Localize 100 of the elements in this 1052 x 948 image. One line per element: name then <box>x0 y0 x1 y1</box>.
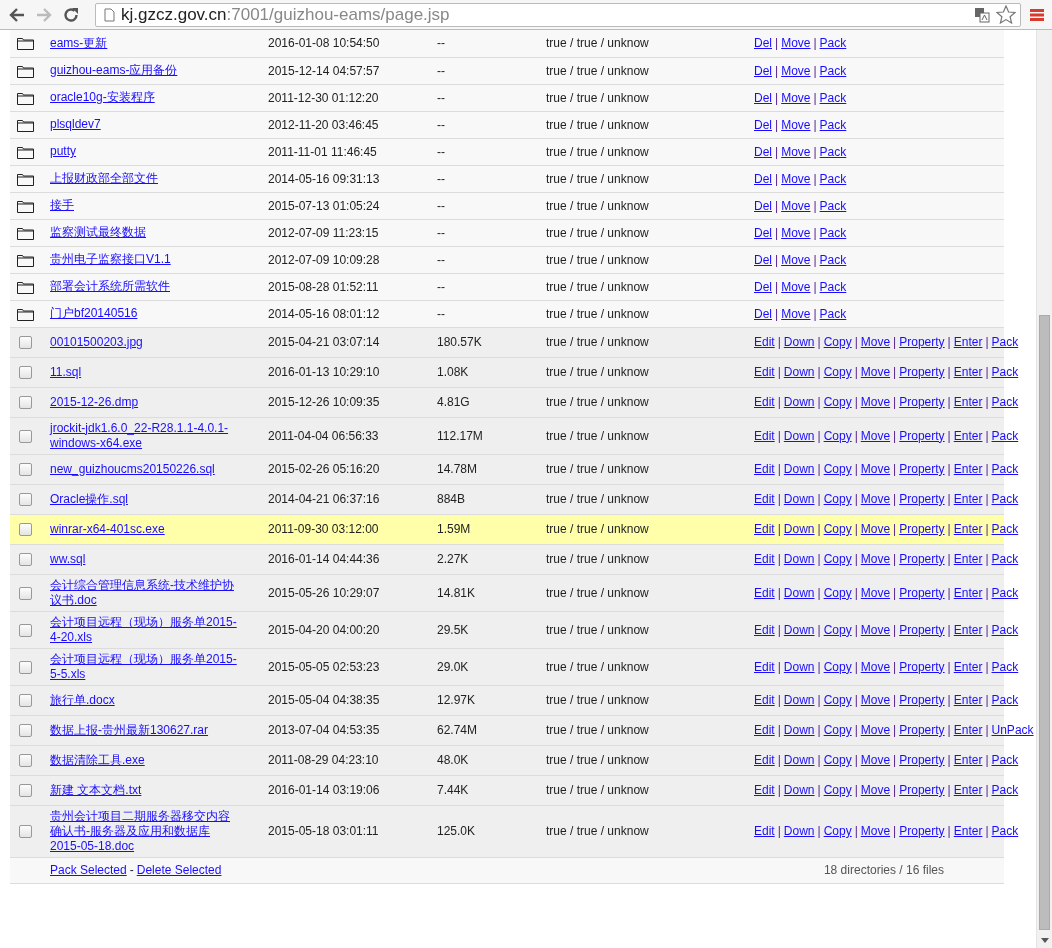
action-link[interactable]: Enter <box>953 585 983 600</box>
action-link[interactable]: Pack <box>819 306 847 321</box>
folder-link[interactable]: plsqldev7 <box>50 117 101 132</box>
action-link[interactable]: Copy <box>823 428 852 443</box>
action-link[interactable]: Copy <box>823 693 852 707</box>
scrollbar-thumb[interactable] <box>1039 315 1050 930</box>
file-link[interactable]: 会计项目远程（现场）服务单2015-4-20.xls <box>50 614 240 645</box>
action-link[interactable]: Down <box>783 824 815 838</box>
action-link[interactable]: Enter <box>953 723 983 737</box>
action-link[interactable]: Property <box>899 492 945 506</box>
action-link[interactable]: Enter <box>953 783 983 797</box>
action-link[interactable]: Edit <box>754 659 775 674</box>
scroll-down-icon[interactable] <box>1041 938 1049 943</box>
file-link[interactable]: 新建 文本文档.txt <box>50 782 142 798</box>
action-link[interactable]: Pack <box>819 279 847 294</box>
address-bar[interactable]: kj.gzcz.gov.cn:7001/guizhou-eams/page.jsp <box>95 2 1021 27</box>
action-link[interactable]: Del <box>754 225 772 240</box>
checkbox[interactable] <box>18 336 32 350</box>
checkbox[interactable] <box>18 493 32 507</box>
bulk-action-link[interactable]: Delete Selected <box>136 862 222 878</box>
action-link[interactable]: UnPack <box>991 723 1034 737</box>
action-link[interactable]: Copy <box>823 723 852 737</box>
action-link[interactable]: Move <box>781 279 811 294</box>
action-link[interactable]: Edit <box>754 753 775 767</box>
action-link[interactable]: Move <box>860 462 891 476</box>
action-link[interactable]: Property <box>899 693 945 707</box>
action-link[interactable]: Property <box>899 522 945 536</box>
action-link[interactable]: Pack <box>991 552 1019 566</box>
file-link[interactable]: 贵州会计项目二期服务器移交内容确认书-服务器及应用和数据库2015-05-18.doc <box>50 808 240 854</box>
action-link[interactable]: Down <box>783 395 815 409</box>
action-link[interactable]: Pack <box>991 492 1019 506</box>
action-link[interactable]: Pack <box>991 783 1019 797</box>
action-link[interactable]: Move <box>781 90 811 105</box>
action-link[interactable]: Copy <box>823 335 852 349</box>
action-link[interactable]: Down <box>783 783 815 797</box>
action-link[interactable]: Property <box>899 723 945 737</box>
action-link[interactable]: Pack <box>819 117 847 132</box>
action-link[interactable]: Move <box>781 252 811 267</box>
action-link[interactable]: Pack <box>819 171 847 186</box>
folder-link[interactable]: eams-更新 <box>50 35 108 51</box>
checkbox[interactable] <box>18 523 32 537</box>
action-link[interactable]: Edit <box>754 552 775 566</box>
action-link[interactable]: Move <box>860 783 891 797</box>
checkbox[interactable] <box>18 784 32 798</box>
action-link[interactable]: Del <box>754 279 772 294</box>
action-link[interactable]: Move <box>860 693 891 707</box>
action-link[interactable]: Property <box>899 462 945 476</box>
action-link[interactable]: Pack <box>991 365 1019 379</box>
checkbox[interactable] <box>18 463 32 477</box>
action-link[interactable]: Property <box>899 552 945 566</box>
file-link[interactable]: jrockit-jdk1.6.0_22-R28.1.1-4.0.1-windows-x64.exe <box>50 420 240 451</box>
action-link[interactable]: Del <box>754 144 772 159</box>
action-link[interactable]: Move <box>781 117 811 132</box>
action-link[interactable]: Move <box>860 622 891 637</box>
action-link[interactable]: Edit <box>754 522 775 536</box>
action-link[interactable]: Move <box>860 659 891 674</box>
folder-link[interactable]: oracle10g-安装程序 <box>50 90 155 105</box>
action-link[interactable]: Down <box>783 365 815 379</box>
action-link[interactable]: Move <box>781 225 811 240</box>
action-link[interactable]: Move <box>860 492 891 506</box>
action-link[interactable]: Move <box>860 365 891 379</box>
action-link[interactable]: Copy <box>823 824 852 838</box>
action-link[interactable]: Del <box>754 171 772 186</box>
action-link[interactable]: Pack <box>991 585 1019 600</box>
action-link[interactable]: Enter <box>953 522 983 536</box>
checkbox[interactable] <box>18 623 32 637</box>
translate-icon[interactable] <box>974 6 990 23</box>
action-link[interactable]: Down <box>783 622 815 637</box>
action-link[interactable]: Edit <box>754 693 775 707</box>
action-link[interactable]: Copy <box>823 492 852 506</box>
action-link[interactable]: Property <box>899 428 945 443</box>
action-link[interactable]: Move <box>860 753 891 767</box>
action-link[interactable]: Del <box>754 198 772 213</box>
action-link[interactable]: Property <box>899 585 945 600</box>
folder-link[interactable]: 贵州电子监察接口V1.1 <box>50 252 171 267</box>
action-link[interactable]: Move <box>860 395 891 409</box>
action-link[interactable]: Property <box>899 783 945 797</box>
action-link[interactable]: Pack <box>991 428 1019 443</box>
action-link[interactable]: Enter <box>953 428 983 443</box>
action-link[interactable]: Pack <box>819 225 847 240</box>
menu-icon[interactable] <box>1030 7 1044 22</box>
checkbox[interactable] <box>18 429 32 443</box>
folder-link[interactable]: 接手 <box>50 198 74 213</box>
file-link[interactable]: 会计项目远程（现场）服务单2015-5-5.xls <box>50 651 240 682</box>
checkbox[interactable] <box>18 724 32 738</box>
action-link[interactable]: Move <box>860 552 891 566</box>
action-link[interactable]: Copy <box>823 622 852 637</box>
action-link[interactable]: Pack <box>991 522 1019 536</box>
back-icon[interactable] <box>8 6 26 23</box>
action-link[interactable]: Edit <box>754 428 775 443</box>
action-link[interactable]: Del <box>754 117 772 132</box>
action-link[interactable]: Copy <box>823 395 852 409</box>
action-link[interactable]: Del <box>754 36 772 51</box>
folder-link[interactable]: 上报财政部全部文件 <box>50 171 158 186</box>
action-link[interactable]: Enter <box>953 492 983 506</box>
action-link[interactable]: Pack <box>991 659 1019 674</box>
action-link[interactable]: Pack <box>819 252 847 267</box>
action-link[interactable]: Pack <box>991 395 1019 409</box>
action-link[interactable]: Pack <box>991 462 1019 476</box>
file-link[interactable]: ww.sql <box>50 551 86 567</box>
